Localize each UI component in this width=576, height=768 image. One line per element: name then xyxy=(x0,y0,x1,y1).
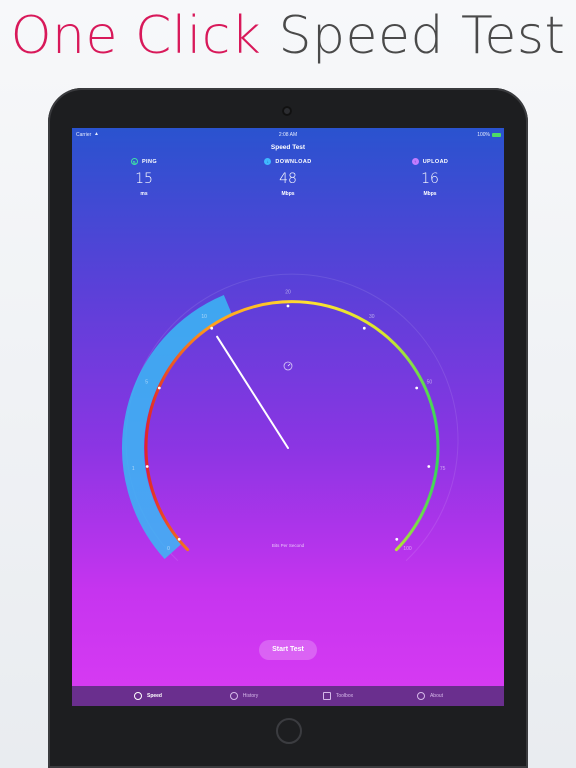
gauge-tick-dot xyxy=(177,537,181,541)
camera-icon xyxy=(282,106,292,116)
gauge-tick-label: 20 xyxy=(285,290,291,296)
tab-history-label: History xyxy=(242,693,259,699)
tab-history[interactable]: History xyxy=(204,686,284,706)
gauge-tick-dot xyxy=(362,326,366,330)
gauge-tick-label: 30 xyxy=(369,314,375,320)
tab-speed-label: Speed xyxy=(146,693,162,699)
gauge-tick-label: 75 xyxy=(440,466,446,472)
gauge-tick-label: 5 xyxy=(145,380,148,386)
tab-bar: Speed History Toolbox About xyxy=(72,686,504,706)
gauge-outer-ring xyxy=(125,273,459,562)
tab-speed[interactable]: Speed xyxy=(108,686,188,706)
home-button[interactable] xyxy=(276,718,302,744)
speed-gauge: 0 1 5 10 20 30 50 75 100 Bits Per Second xyxy=(122,273,459,562)
start-test-button[interactable]: Start Test xyxy=(259,640,317,660)
gauge-tick-label: 1 xyxy=(132,466,135,472)
gauge-tick-dot xyxy=(145,465,149,468)
tab-about-label: About xyxy=(429,693,444,699)
gauge-tick-label: 50 xyxy=(427,380,433,386)
gauge-tick-label: 0 xyxy=(167,546,170,552)
gauge-tick-label: 10 xyxy=(201,314,207,320)
gauge-tick-dot xyxy=(395,537,399,541)
gauge-tick-dot xyxy=(286,304,290,308)
gauge-needle xyxy=(216,335,289,449)
tab-toolbox[interactable]: Toolbox xyxy=(298,686,378,706)
tab-toolbox-label: Toolbox xyxy=(335,693,354,699)
speedometer-icon xyxy=(133,691,142,700)
gauge-tick-dot xyxy=(157,386,161,390)
info-icon xyxy=(416,691,425,700)
headline: One Click Speed Test xyxy=(0,6,576,66)
speedometer-center-icon xyxy=(283,361,293,371)
gauge-caption: Bits Per Second xyxy=(272,543,305,548)
gauge-tick-label: 100 xyxy=(403,546,412,552)
clock-icon xyxy=(229,691,238,700)
gauge-tick-dot xyxy=(427,465,431,468)
headline-rest: Speed Test xyxy=(278,6,566,66)
tablet-frame: Carrier ▲ 2:08 AM 100% Speed Test ⇅ PING … xyxy=(48,88,528,768)
gauge-tick-dot xyxy=(415,386,419,390)
tab-about[interactable]: About xyxy=(390,686,470,706)
headline-accent: One Click xyxy=(10,6,262,66)
toolbox-icon xyxy=(322,691,331,700)
gauge-tick-dot xyxy=(210,326,214,330)
app-screen: Carrier ▲ 2:08 AM 100% Speed Test ⇅ PING … xyxy=(72,128,504,706)
